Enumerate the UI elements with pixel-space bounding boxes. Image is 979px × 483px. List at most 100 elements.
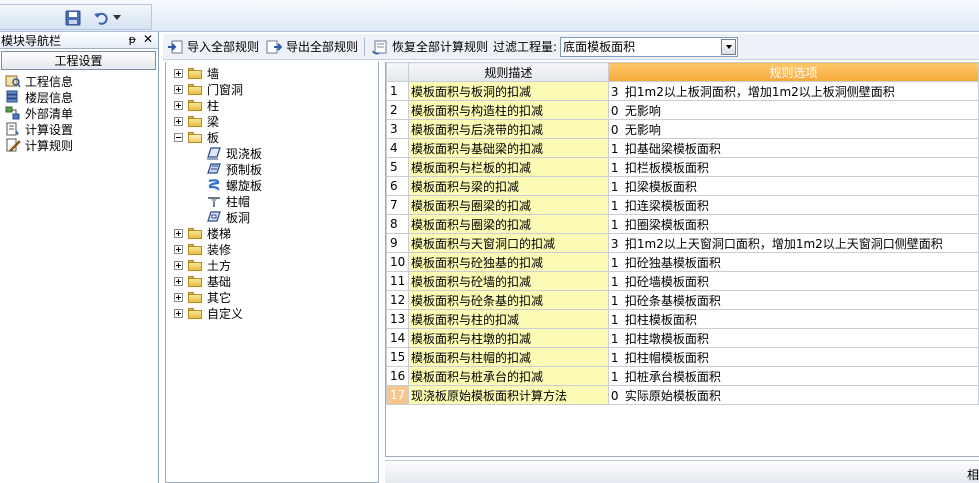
row-number-cell[interactable]: 17 [386, 385, 409, 405]
row-number-cell[interactable]: 9 [386, 233, 409, 253]
rule-option-cell[interactable]: 3 扣1m2以上天窗洞口面积，增加1m2以上天窗洞口侧壁面积 [607, 233, 979, 253]
rule-option-cell[interactable]: 1 扣柱墩模板面积 [607, 328, 979, 348]
tree-item-foundation[interactable]: 基础 [174, 273, 231, 289]
export-all-rules-button[interactable]: 导出全部规则 [262, 36, 361, 58]
tree-item-precast-slab[interactable]: 预制板 [206, 161, 262, 177]
nav-item-floor-info[interactable]: 楼层信息 [5, 89, 158, 105]
rule-description-cell[interactable]: 模板面积与梁的扣减 [407, 176, 609, 196]
save-icon[interactable] [64, 9, 82, 27]
rule-option-cell[interactable]: 1 扣圈梁模板面积 [607, 214, 979, 234]
row-number-cell[interactable]: 14 [386, 328, 409, 348]
undo-dropdown-icon[interactable] [113, 15, 121, 20]
row-number-cell[interactable]: 13 [386, 309, 409, 329]
row-number-cell[interactable]: 5 [386, 157, 409, 177]
expand-icon[interactable] [174, 116, 183, 126]
tree-item-door-window[interactable]: 门窗洞 [174, 81, 243, 97]
tree-item-slab[interactable]: 板 [174, 129, 219, 145]
row-number-cell[interactable]: 10 [386, 252, 409, 272]
rule-description-cell[interactable]: 模板面积与砼独基的扣减 [407, 252, 609, 272]
rule-description-cell[interactable]: 模板面积与板洞的扣减 [407, 81, 609, 101]
rule-description-cell[interactable]: 模板面积与桩承台的扣减 [407, 366, 609, 386]
rule-description-cell[interactable]: 模板面积与栏板的扣减 [407, 157, 609, 177]
row-number-cell[interactable]: 4 [386, 138, 409, 158]
expand-icon[interactable] [174, 244, 183, 254]
tree-item-custom[interactable]: 自定义 [174, 305, 243, 321]
row-number-cell[interactable]: 2 [386, 100, 409, 120]
expand-icon[interactable] [174, 68, 183, 78]
table-row[interactable]: 6 模板面积与梁的扣减 1 扣梁模板面积 [386, 176, 979, 196]
tree-item-beam[interactable]: 梁 [174, 113, 219, 129]
nav-item-calc-rules[interactable]: 计算规则 [5, 137, 158, 153]
tree-item-earthwork[interactable]: 土方 [174, 257, 231, 273]
expand-icon[interactable] [174, 276, 183, 286]
expand-icon[interactable] [174, 228, 183, 238]
rule-option-cell[interactable]: 1 扣桩承台模板面积 [607, 366, 979, 386]
rule-description-cell[interactable]: 模板面积与砼条基的扣减 [407, 290, 609, 310]
column-header-rule-description[interactable]: 规则描述 [407, 62, 609, 82]
row-number-cell[interactable]: 12 [386, 290, 409, 310]
dropdown-arrow-icon[interactable] [721, 38, 737, 55]
rule-description-cell[interactable]: 模板面积与构造柱的扣减 [407, 100, 609, 120]
tree-item-cast-slab[interactable]: 现浇板 [206, 145, 262, 161]
rule-description-cell[interactable]: 模板面积与砼墙的扣减 [407, 271, 609, 291]
rule-option-cell[interactable]: 1 扣砼独基模板面积 [607, 252, 979, 272]
expand-icon[interactable] [174, 260, 183, 270]
tree-item-spiral-slab[interactable]: 螺旋板 [206, 177, 262, 193]
rule-description-cell[interactable]: 模板面积与后浇带的扣减 [407, 119, 609, 139]
rule-description-cell[interactable]: 模板面积与柱的扣减 [407, 309, 609, 329]
table-row[interactable]: 2 模板面积与构造柱的扣减 0 无影响 [386, 100, 979, 120]
rule-description-cell[interactable]: 模板面积与基础梁的扣减 [407, 138, 609, 158]
restore-all-rules-button[interactable]: 恢复全部计算规则 [368, 36, 491, 58]
close-icon[interactable]: ✕ [143, 32, 153, 46]
tree-item-column[interactable]: 柱 [174, 97, 219, 113]
expand-icon[interactable] [174, 292, 183, 302]
row-number-cell[interactable]: 15 [386, 347, 409, 367]
table-row[interactable]: 3 模板面积与后浇带的扣减 0 无影响 [386, 119, 979, 139]
rule-option-cell[interactable]: 1 扣梁模板面积 [607, 176, 979, 196]
rule-option-cell[interactable]: 0 无影响 [607, 100, 979, 120]
rule-option-cell[interactable]: 3 扣1m2以上板洞面积，增加1m2以上板洞侧壁面积 [607, 81, 979, 101]
row-number-cell[interactable]: 7 [386, 195, 409, 215]
tree-item-slab-hole[interactable]: 板洞 [206, 209, 250, 225]
rule-description-cell[interactable]: 模板面积与天窗洞口的扣减 [407, 233, 609, 253]
filter-quantity-select[interactable]: 底面模板面积 [560, 36, 739, 57]
row-number-cell[interactable]: 8 [386, 214, 409, 234]
tree-item-decoration[interactable]: 装修 [174, 241, 231, 257]
tree-item-wall[interactable]: 墙 [174, 65, 219, 81]
table-row[interactable]: 7 模板面积与圈梁的扣减 1 扣连梁模板面积 [386, 195, 979, 215]
table-row[interactable]: 10 模板面积与砼独基的扣减 1 扣砼独基模板面积 [386, 252, 979, 272]
table-row[interactable]: 5 模板面积与栏板的扣减 1 扣栏板模板面积 [386, 157, 979, 177]
rule-description-cell[interactable]: 现浇板原始模板面积计算方法 [407, 385, 609, 405]
table-row[interactable]: 9 模板面积与天窗洞口的扣减 3 扣1m2以上天窗洞口面积，增加1m2以上天窗洞口侧壁… [386, 233, 979, 253]
rule-description-cell[interactable]: 模板面积与柱帽的扣减 [407, 347, 609, 367]
rule-option-cell[interactable]: 1 扣栏板模板面积 [607, 157, 979, 177]
undo-icon[interactable] [92, 9, 110, 27]
rule-option-cell[interactable]: 1 扣砼条基模板面积 [607, 290, 979, 310]
table-row[interactable]: 11 模板面积与砼墙的扣减 1 扣砼墙模板面积 [386, 271, 979, 291]
table-row[interactable]: 16 模板面积与桩承台的扣减 1 扣桩承台模板面积 [386, 366, 979, 386]
row-number-cell[interactable]: 1 [386, 81, 409, 101]
rule-option-cell[interactable]: 1 扣连梁模板面积 [607, 195, 979, 215]
table-row[interactable]: 14 模板面积与柱墩的扣减 1 扣柱墩模板面积 [386, 328, 979, 348]
expand-icon[interactable] [174, 308, 183, 318]
pin-icon[interactable]: ᵽ [129, 33, 136, 46]
table-row[interactable]: 4 模板面积与基础梁的扣减 1 扣基础梁模板面积 [386, 138, 979, 158]
row-number-cell[interactable]: 6 [386, 176, 409, 196]
nav-item-project-info[interactable]: 工程信息 [5, 73, 158, 89]
tree-item-column-cap[interactable]: 柱帽 [206, 193, 250, 209]
tree-item-other[interactable]: 其它 [174, 289, 231, 305]
row-number-cell[interactable]: 3 [386, 119, 409, 139]
rule-description-cell[interactable]: 模板面积与柱墩的扣减 [407, 328, 609, 348]
tree-item-stairs[interactable]: 楼梯 [174, 225, 231, 241]
table-row[interactable]: 17 现浇板原始模板面积计算方法 0 实际原始模板面积 [386, 385, 979, 405]
import-all-rules-button[interactable]: 导入全部规则 [163, 36, 262, 58]
rule-option-cell[interactable]: 0 实际原始模板面积 [607, 385, 979, 405]
rule-option-cell[interactable]: 0 无影响 [607, 119, 979, 139]
collapse-icon[interactable] [174, 132, 183, 142]
rule-option-cell[interactable]: 1 扣柱模板面积 [607, 309, 979, 329]
table-row[interactable]: 12 模板面积与砼条基的扣减 1 扣砼条基模板面积 [386, 290, 979, 310]
expand-icon[interactable] [174, 84, 183, 94]
row-number-cell[interactable]: 16 [386, 366, 409, 386]
rule-option-cell[interactable]: 1 扣基础梁模板面积 [607, 138, 979, 158]
rule-description-cell[interactable]: 模板面积与圈梁的扣减 [407, 214, 609, 234]
